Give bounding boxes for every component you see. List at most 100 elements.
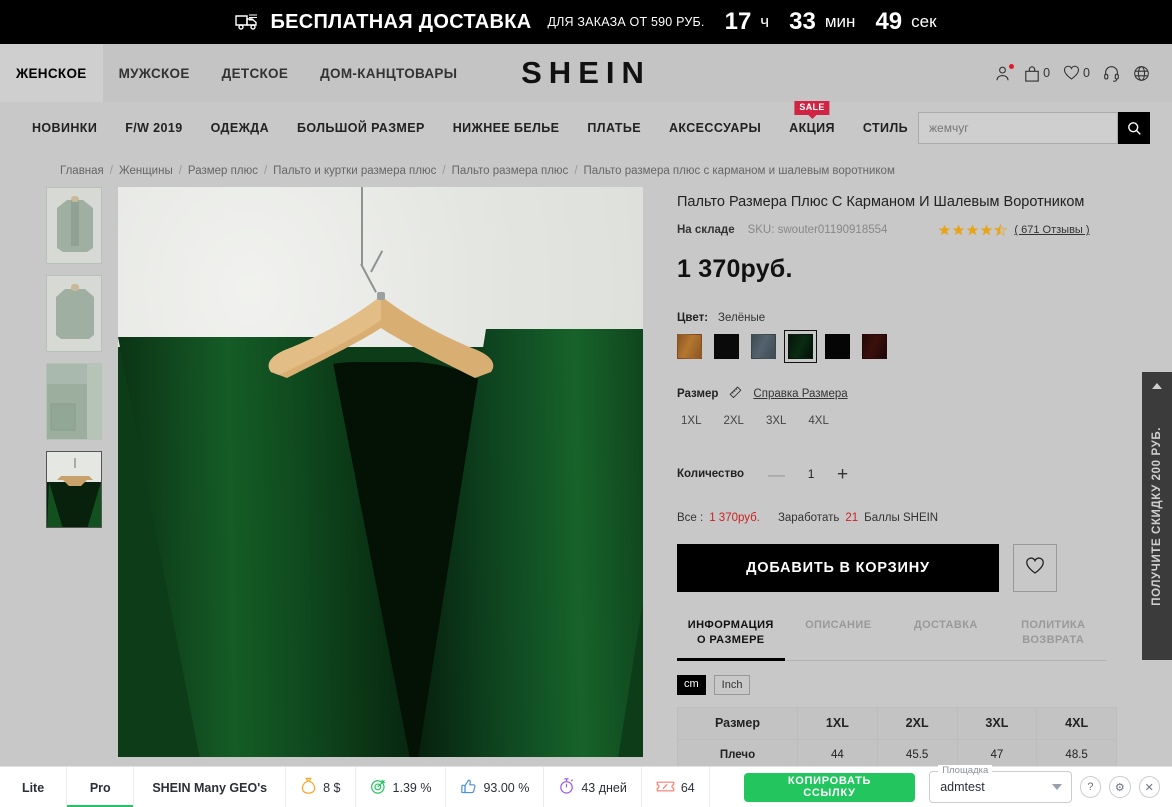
tab-shipping[interactable]: ДОСТАВКА	[892, 618, 1000, 660]
top-cat-home-label: ДОМ-КАНЦТОВАРЫ	[320, 65, 458, 81]
reviews-link[interactable]: ( 671 Отзывы )	[1014, 224, 1089, 236]
breadcrumb-item-3[interactable]: Пальто и куртки размера плюс	[273, 165, 436, 177]
language-globe-icon[interactable]	[1133, 65, 1150, 82]
search-area	[918, 112, 1150, 144]
breadcrumb-item-1[interactable]: Женщины	[119, 165, 173, 177]
metric-hold-time: 43 дней	[544, 767, 642, 807]
metric-approval-value: 93.00 %	[483, 780, 530, 795]
color-swatch-black-2[interactable]	[825, 333, 850, 359]
nav-item-clothing[interactable]: ОДЕЖДА	[197, 121, 283, 135]
header-icon-group: 0 0	[994, 63, 1150, 82]
nav-item-dress[interactable]: ПЛАТЬЕ	[573, 121, 655, 135]
breadcrumb-sep: /	[574, 165, 578, 177]
triangle-up-icon	[1152, 383, 1162, 389]
product-main: Пальто Размера Плюс С Карманом И Шалевым…	[0, 187, 1172, 772]
discount-side-banner-label: ПОЛУЧИТЕ СКИДКУ 200 РУБ.	[1151, 426, 1163, 606]
breadcrumb: Главная / Женщины / Размер плюс / Пальто…	[0, 154, 1172, 187]
wishlist-count: 0	[1083, 66, 1090, 80]
unit-inch-button[interactable]: Inch	[713, 674, 751, 695]
nav-item-clothing-label: ОДЕЖДА	[210, 121, 270, 135]
platform-select[interactable]: Площадка admtest	[929, 765, 1072, 803]
heart-outline-icon	[1025, 557, 1045, 578]
toolbar-tab-pro[interactable]: Pro	[67, 767, 135, 807]
top-cat-home[interactable]: ДОМ-КАНЦТОВАРЫ	[304, 44, 473, 102]
platform-select-value: admtest	[940, 780, 985, 794]
color-swatch-camel[interactable]	[677, 333, 702, 359]
color-swatch-black[interactable]	[714, 333, 739, 359]
search-button[interactable]	[1118, 112, 1150, 144]
shopping-bag-icon[interactable]: 0	[1024, 65, 1050, 82]
delivery-truck-icon	[235, 13, 261, 31]
color-swatch-slate-blue[interactable]	[751, 333, 776, 359]
account-icon[interactable]	[994, 63, 1015, 82]
wishlist-heart-icon[interactable]: 0	[1063, 65, 1090, 81]
table-header-2xl: 2XL	[876, 706, 958, 740]
size-option-2xl[interactable]: 2XL	[723, 415, 743, 427]
affiliate-toolbar: Lite Pro SHEIN Many GEO's 8 $ 1.39 % 93.…	[0, 765, 1172, 807]
top-cat-men-label: МУЖСКОЕ	[118, 65, 190, 81]
table-header-size: Размер	[677, 706, 798, 740]
chevron-down-icon	[1051, 784, 1062, 790]
breadcrumb-item-4[interactable]: Пальто размера плюс	[452, 165, 569, 177]
quantity-increase-button[interactable]: +	[837, 465, 848, 484]
support-headset-icon[interactable]	[1103, 65, 1120, 82]
countdown-minutes-unit: мин	[824, 12, 856, 31]
quantity-decrease-button[interactable]: —	[768, 466, 785, 483]
add-to-cart-button[interactable]: ДОБАВИТЬ В КОРЗИНУ	[677, 543, 999, 592]
tab-size-info[interactable]: ИНФОРМАЦИЯ О РАЗМЕРЕ	[677, 618, 785, 661]
top-cat-women[interactable]: ЖЕНСКОЕ	[0, 44, 103, 102]
top-cat-men[interactable]: МУЖСКОЕ	[103, 44, 206, 102]
nav-item-style[interactable]: СТИЛЬ	[849, 121, 922, 135]
nav-item-plus-size[interactable]: БОЛЬШОЙ РАЗМЕР	[283, 121, 439, 135]
main-nav: НОВИНКИ F/W 2019 ОДЕЖДА БОЛЬШОЙ РАЗМЕР Н…	[0, 101, 1172, 154]
breadcrumb-item-current: Пальто размера плюс с карманом и шалевым…	[583, 165, 895, 177]
size-option-4xl[interactable]: 4XL	[808, 415, 828, 427]
color-swatch-dark-green[interactable]	[784, 329, 817, 363]
tab-description[interactable]: ОПИСАНИЕ	[785, 618, 893, 660]
breadcrumb-item-0[interactable]: Главная	[60, 165, 104, 177]
search-input[interactable]	[918, 112, 1118, 144]
tab-return-policy[interactable]: ПОЛИТИКА ВОЗВРАТА	[1000, 618, 1108, 660]
thumb-back-view[interactable]	[46, 275, 102, 352]
nav-item-new[interactable]: НОВИНКИ	[18, 121, 111, 135]
thumb-pocket-detail[interactable]	[46, 363, 102, 440]
hanger-hook-stem	[361, 187, 363, 265]
color-value: Зелёные	[718, 311, 766, 324]
total-value: 1 370руб.	[709, 511, 760, 524]
nav-item-sale[interactable]: SALE АКЦИЯ	[775, 101, 849, 135]
thumb-front-view[interactable]	[46, 187, 102, 264]
copy-link-button[interactable]: КОПИРОВАТЬ ССЫЛКУ	[743, 772, 916, 802]
size-option-3xl[interactable]: 3XL	[766, 415, 786, 427]
metric-approval: 93.00 %	[446, 767, 545, 807]
product-info-panel: Пальто Размера Плюс С Карманом И Шалевым…	[677, 187, 1117, 772]
countdown-seconds: 49	[875, 8, 903, 35]
breadcrumb-item-2[interactable]: Размер плюс	[188, 165, 258, 177]
thumb-collar-hanger[interactable]	[46, 451, 102, 528]
countdown-seconds-unit: сек	[911, 12, 937, 31]
color-swatch-dark-maroon[interactable]	[862, 333, 887, 359]
close-button[interactable]: ✕	[1138, 776, 1160, 798]
product-sku: SKU: swouter01190918554	[747, 224, 888, 237]
help-button[interactable]: ?	[1079, 776, 1102, 798]
quantity-value[interactable]: 1	[807, 467, 815, 481]
nav-item-accessories[interactable]: АКСЕССУАРЫ	[655, 121, 775, 135]
top-cat-kids[interactable]: ДЕТСКОЕ	[206, 44, 304, 102]
settings-button[interactable]: ⚙	[1109, 776, 1131, 798]
size-guide-link[interactable]: Справка Размера	[753, 388, 847, 400]
size-option-1xl[interactable]: 1XL	[681, 415, 701, 427]
product-main-image[interactable]	[118, 187, 643, 757]
countdown-hours: 17	[724, 8, 752, 35]
product-title: Пальто Размера Плюс С Карманом И Шалевым…	[677, 194, 1085, 210]
nav-item-lingerie[interactable]: НИЖНЕЕ БЕЛЬЕ	[439, 121, 574, 135]
total-label: Все :	[677, 511, 704, 524]
sale-badge: SALE	[794, 101, 830, 115]
earn-suffix: Баллы SHEIN	[864, 511, 939, 524]
toolbar-tab-lite[interactable]: Lite	[0, 767, 68, 807]
nav-item-sale-label: АКЦИЯ	[789, 121, 835, 135]
add-to-wishlist-button[interactable]	[1013, 543, 1057, 592]
discount-side-banner[interactable]: ПОЛУЧИТЕ СКИДКУ 200 РУБ.	[1142, 372, 1172, 660]
nav-item-fw2019[interactable]: F/W 2019	[111, 121, 196, 135]
breadcrumb-sep: /	[109, 165, 113, 177]
unit-cm-button[interactable]: cm	[677, 674, 706, 695]
size-option-list: 1XL 2XL 3XL 4XL	[677, 415, 1107, 427]
